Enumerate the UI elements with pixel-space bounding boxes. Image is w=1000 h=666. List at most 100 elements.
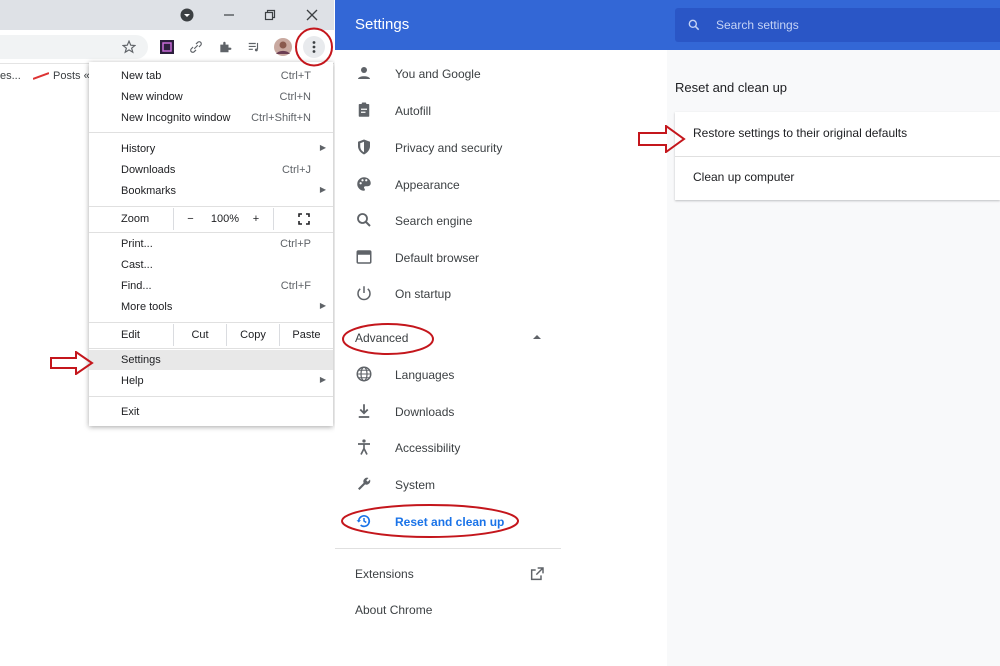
sidebar-item-autofill[interactable]: Autofill [335, 93, 561, 127]
sidebar-item-default-browser[interactable]: Default browser [335, 240, 561, 274]
close-window-button[interactable] [301, 4, 323, 26]
sidebar-item-appearance[interactable]: Appearance [335, 167, 561, 201]
menu-item-new-tab[interactable]: New tab Ctrl+T [89, 66, 333, 86]
minimize-button[interactable] [218, 4, 240, 26]
extensions-button[interactable] [214, 36, 236, 58]
sidebar-item-you-and-google[interactable]: You and Google [335, 56, 561, 90]
search-settings-field[interactable]: Search settings [675, 8, 1000, 42]
menu-item-cast[interactable]: Cast... [89, 255, 333, 275]
download-icon [358, 404, 370, 418]
menu-item-find[interactable]: Find... Ctrl+F [89, 276, 333, 296]
sidebar-item-downloads[interactable]: Downloads [335, 394, 561, 428]
puzzle-icon [220, 41, 232, 53]
sidebar-item-accessibility[interactable]: Accessibility [335, 430, 561, 464]
paste-button[interactable]: Paste [279, 324, 333, 346]
more-vert-icon [312, 41, 316, 53]
advanced-toggle[interactable]: Advanced [335, 328, 561, 348]
power-icon [357, 286, 371, 301]
media-button[interactable] [243, 36, 265, 58]
avatar-icon [274, 38, 292, 56]
profile-dropdown-button[interactable] [176, 4, 198, 26]
settings-header: Settings [335, 0, 667, 50]
sidebar-item-reset-and-clean-up[interactable]: Reset and clean up [335, 504, 561, 538]
title-bar [0, 0, 334, 30]
sidebar-item-search-engine[interactable]: Search engine [335, 203, 561, 237]
menu-item-new-incognito-window[interactable]: New Incognito window Ctrl+Shift+N [89, 108, 333, 128]
menu-item-settings[interactable]: Settings [89, 350, 333, 370]
menu-separator [89, 132, 333, 133]
zoom-in-button[interactable]: + [241, 208, 271, 230]
browser-window-icon [356, 250, 372, 264]
settings-sidebar: You and Google Autofill Privacy and secu… [335, 50, 561, 666]
sidebar-divider [335, 548, 561, 549]
menu-separator [89, 322, 333, 323]
sidebar-item-on-startup[interactable]: On startup [335, 276, 561, 310]
dropdown-circle-icon [180, 8, 194, 22]
browser-toolbar [0, 30, 334, 64]
menu-item-more-tools[interactable]: More tools ▶ [89, 297, 333, 317]
open-in-new-icon [530, 567, 544, 581]
sidebar-item-about-chrome[interactable]: About Chrome [355, 603, 432, 617]
search-placeholder: Search settings [716, 18, 799, 32]
link-icon [190, 41, 202, 53]
zoom-row: Zoom − 100% + [89, 208, 333, 230]
star-icon [122, 40, 136, 54]
sidebar-item-system[interactable]: System [335, 467, 561, 501]
advanced-label: Advanced [355, 331, 409, 345]
shield-icon [358, 139, 370, 155]
bookmark-star-button[interactable] [118, 36, 140, 58]
extension-2-button[interactable] [185, 36, 207, 58]
chevron-right-icon: ▶ [319, 185, 326, 194]
restore-icon [356, 515, 371, 528]
person-icon [358, 67, 370, 79]
menu-item-exit[interactable]: Exit [89, 402, 333, 422]
edit-row: Edit Cut Copy Paste [89, 324, 333, 346]
chevron-right-icon: ▶ [319, 143, 326, 152]
menu-separator [89, 232, 333, 233]
wrench-icon [358, 477, 371, 490]
close-icon [306, 9, 318, 21]
browser-window: es... Posts « New tab Ctrl+T New window Ct… [0, 0, 334, 666]
fullscreen-button[interactable] [273, 208, 333, 230]
bookmark-item[interactable]: Posts « [53, 70, 90, 82]
search-icon [688, 19, 700, 31]
palette-icon [357, 177, 371, 191]
menu-item-history[interactable]: History ▶ [89, 139, 333, 159]
accessibility-icon [358, 439, 370, 455]
minimize-icon [224, 14, 234, 16]
chrome-menu-button[interactable] [303, 36, 325, 58]
zoom-out-button[interactable]: − [173, 208, 207, 230]
playlist-icon [248, 42, 259, 52]
copy-button[interactable]: Copy [226, 324, 279, 346]
menu-item-help[interactable]: Help ▶ [89, 371, 333, 391]
reset-options-card: Restore settings to their original defau… [675, 112, 1000, 200]
sidebar-item-extensions[interactable]: Extensions [355, 567, 547, 585]
globe-icon [356, 366, 372, 382]
settings-content: Reset and clean up Restore settings to t… [667, 50, 1000, 666]
chevron-up-icon [533, 335, 541, 339]
menu-item-downloads[interactable]: Downloads Ctrl+J [89, 160, 333, 180]
page-title: Settings [355, 16, 410, 33]
extension-1-button[interactable] [156, 36, 178, 58]
section-title: Reset and clean up [675, 80, 788, 95]
menu-item-new-window[interactable]: New window Ctrl+N [89, 87, 333, 107]
bookmark-item[interactable]: es... [0, 70, 21, 82]
menu-separator [89, 396, 333, 397]
search-header: Search settings [667, 0, 1000, 50]
menu-item-bookmarks[interactable]: Bookmarks ▶ [89, 181, 333, 201]
menu-separator [89, 348, 333, 349]
bookmark-favicon-icon [33, 72, 49, 80]
zoom-level: 100% [210, 213, 240, 225]
extension-square-icon [160, 40, 174, 54]
menu-item-print[interactable]: Print... Ctrl+P [89, 234, 333, 254]
restore-defaults-option[interactable]: Restore settings to their original defau… [675, 112, 1000, 156]
clean-up-computer-option[interactable]: Clean up computer [675, 157, 1000, 200]
fullscreen-icon [297, 213, 310, 225]
chevron-right-icon: ▶ [319, 375, 326, 384]
restore-window-icon [264, 9, 276, 21]
cut-button[interactable]: Cut [173, 324, 226, 346]
sidebar-item-languages[interactable]: Languages [335, 357, 561, 391]
restore-button[interactable] [259, 4, 281, 26]
sidebar-item-privacy-and-security[interactable]: Privacy and security [335, 130, 561, 164]
profile-avatar[interactable] [272, 36, 294, 58]
